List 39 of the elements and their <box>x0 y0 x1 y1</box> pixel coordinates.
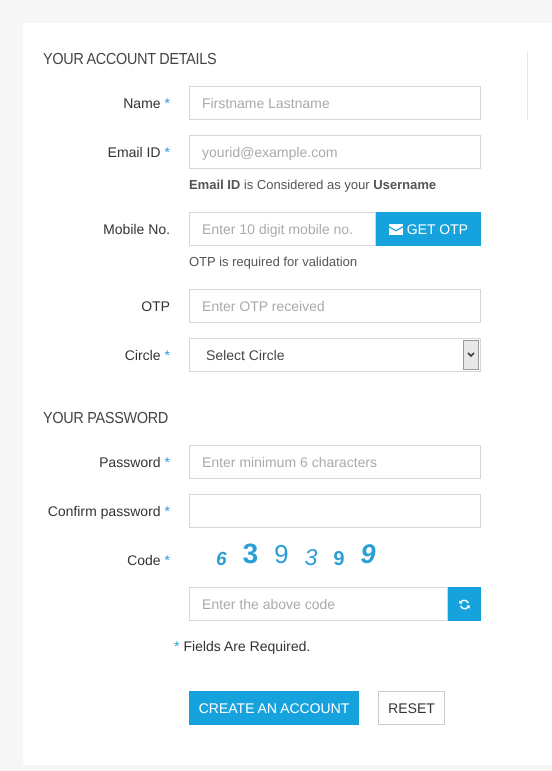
field-hint: Email ID is Considered as your Username <box>189 177 438 193</box>
required-asterisk: * <box>164 552 170 568</box>
refresh-icon <box>458 598 471 610</box>
required-asterisk: * <box>164 347 170 363</box>
captcha-digit: 9 <box>333 547 345 572</box>
field-label: Circle <box>124 347 161 363</box>
required-asterisk: * <box>164 95 170 111</box>
captcha-digit: 3 <box>304 543 318 572</box>
section-heading: YOUR PASSWORD <box>43 409 170 429</box>
required-asterisk: * <box>164 144 170 160</box>
text-field[interactable] <box>189 494 481 528</box>
chevron-down-icon <box>467 352 475 358</box>
captcha-digit: 6 <box>216 548 227 572</box>
required-note: Fields Are Required. <box>183 638 310 654</box>
field-label: OTP <box>141 298 170 314</box>
field-label: Password <box>99 454 161 470</box>
field-label: Confirm password <box>48 503 161 519</box>
captcha-digit: 9 <box>274 539 289 569</box>
circle-select[interactable]: Select Circle <box>189 338 481 372</box>
captcha-digit: 3 <box>242 539 258 569</box>
text-field[interactable]: Enter minimum 6 characters <box>189 445 481 479</box>
code-field[interactable]: Enter the above code <box>189 587 448 621</box>
field-label: Email ID <box>108 144 161 160</box>
text-field[interactable]: Firstname Lastname <box>189 86 481 120</box>
section-heading: YOUR ACCOUNT DETAILS <box>43 50 218 70</box>
required-asterisk: * <box>164 454 170 470</box>
field-label: Name <box>123 95 161 111</box>
field-hint: OTP is required for validation <box>189 254 358 270</box>
field-label: Code <box>127 552 161 568</box>
captcha-digit: 9 <box>360 539 376 569</box>
reset-button[interactable]: RESET <box>378 691 445 725</box>
mobile-field[interactable]: Enter 10 digit mobile no. <box>189 212 376 246</box>
required-asterisk: * <box>174 638 180 654</box>
field-label: Mobile No. <box>103 221 170 237</box>
text-field[interactable]: yourid@example.com <box>189 135 481 169</box>
text-field[interactable]: Enter OTP received <box>189 289 481 323</box>
envelope-icon <box>388 224 403 234</box>
refresh-button[interactable] <box>448 587 481 621</box>
required-asterisk: * <box>164 503 170 519</box>
